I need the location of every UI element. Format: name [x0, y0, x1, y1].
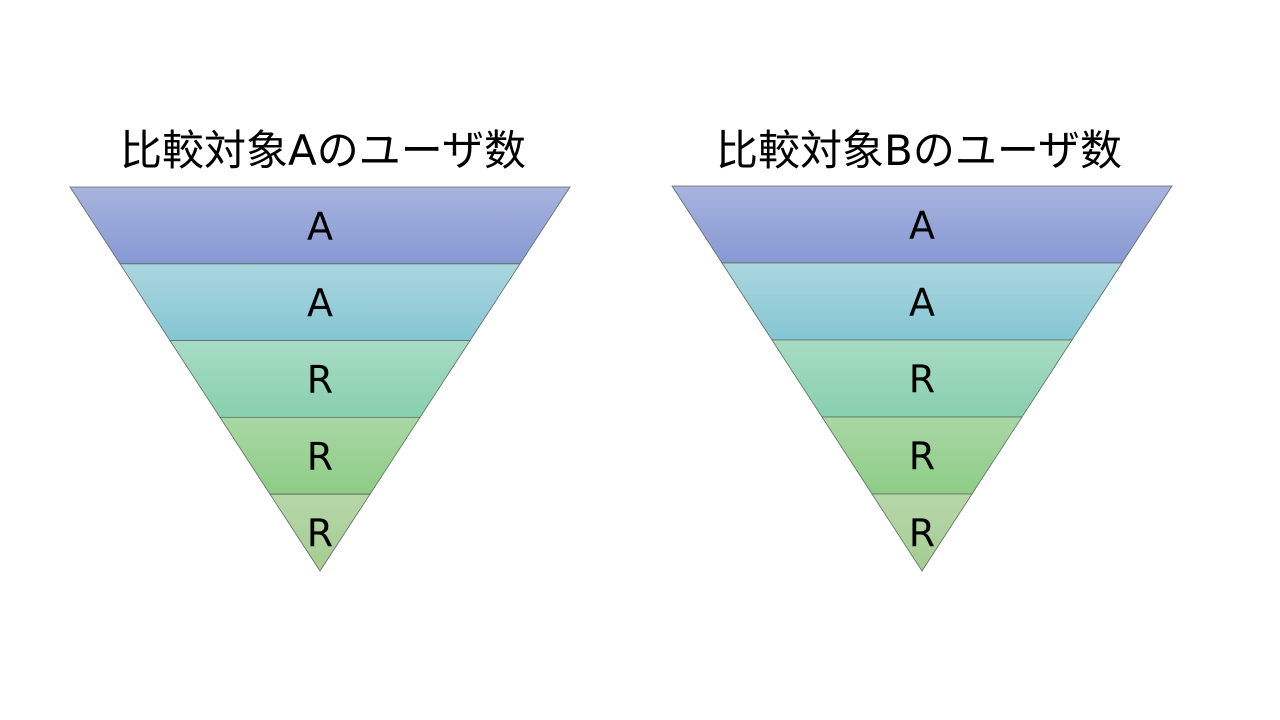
funnel-b-stage-1-label: A	[909, 204, 935, 248]
funnel-a-stage-4-label: R	[307, 435, 333, 479]
funnel-b-stage-3-label: R	[909, 358, 935, 402]
funnel-b-stage-2-label: A	[909, 281, 935, 325]
funnel-a-stage-2-label: A	[307, 281, 333, 325]
funnel-b-stage-5-label: R	[909, 512, 935, 556]
slide: 比較対象Aのユーザ数 比較対象Bのユーザ数 AARRR AARRR	[0, 0, 1280, 720]
funnel-a-stage-3-label: R	[307, 358, 333, 402]
funnel-a: AARRR	[69, 186, 571, 572]
funnel-diagrams: AARRR AARRR	[69, 185, 1173, 572]
funnel-a-stage-5-label: R	[307, 512, 333, 556]
funnel-a-stage-1-label: A	[307, 204, 333, 248]
funnel-b: AARRR	[671, 185, 1173, 572]
funnel-b-stage-4-label: R	[909, 435, 935, 479]
